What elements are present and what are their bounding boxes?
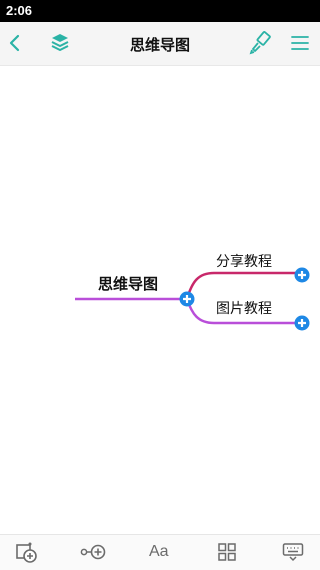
root-node-label[interactable]: 思维导图 bbox=[98, 273, 158, 294]
mindmap-canvas[interactable]: 思维导图 分享教程 图片教程 bbox=[0, 66, 320, 534]
child-node-label[interactable]: 图片教程 bbox=[216, 298, 272, 318]
back-icon[interactable] bbox=[6, 33, 24, 53]
add-child-icon[interactable] bbox=[15, 541, 39, 563]
layout-grid-icon[interactable] bbox=[217, 542, 237, 562]
paint-brush-icon[interactable] bbox=[249, 31, 271, 55]
menu-icon[interactable] bbox=[290, 34, 310, 52]
add-sibling-icon[interactable] bbox=[80, 541, 106, 563]
status-time: 2:06 bbox=[6, 3, 33, 18]
child-node-label[interactable]: 分享教程 bbox=[216, 251, 272, 271]
mindmap-connectors bbox=[75, 271, 302, 325]
status-bar: 2:06 bbox=[0, 0, 320, 22]
text-style-button[interactable]: Aa bbox=[149, 543, 169, 561]
bottom-toolbar: Aa bbox=[0, 534, 320, 570]
expand-toggle-icon[interactable] bbox=[179, 291, 195, 307]
expand-toggle-icon[interactable] bbox=[294, 267, 310, 283]
layers-icon[interactable] bbox=[50, 32, 70, 54]
expand-toggle-icon[interactable] bbox=[294, 315, 310, 331]
keyboard-icon[interactable] bbox=[282, 542, 304, 562]
branch-line-1 bbox=[185, 271, 302, 300]
page-title: 思维导图 bbox=[129, 36, 190, 54]
top-app-bar: 思维导图 bbox=[0, 22, 320, 66]
